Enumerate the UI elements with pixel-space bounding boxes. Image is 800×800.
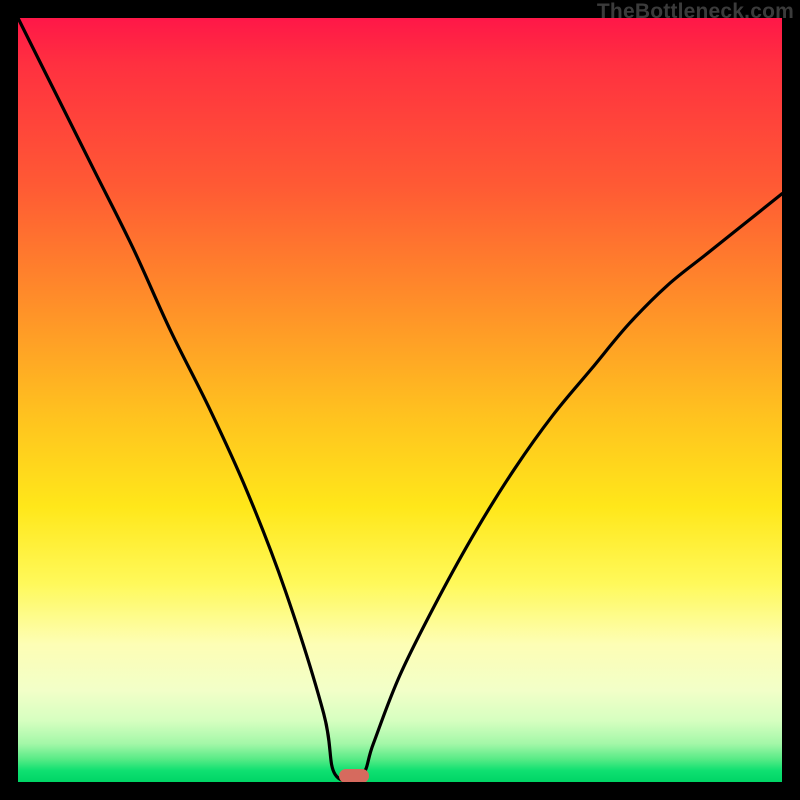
bottleneck-curve bbox=[18, 18, 782, 782]
optimal-marker bbox=[339, 769, 369, 782]
plot-area bbox=[18, 18, 782, 782]
watermark-text: TheBottleneck.com bbox=[597, 0, 794, 24]
chart-stage: TheBottleneck.com bbox=[0, 0, 800, 800]
